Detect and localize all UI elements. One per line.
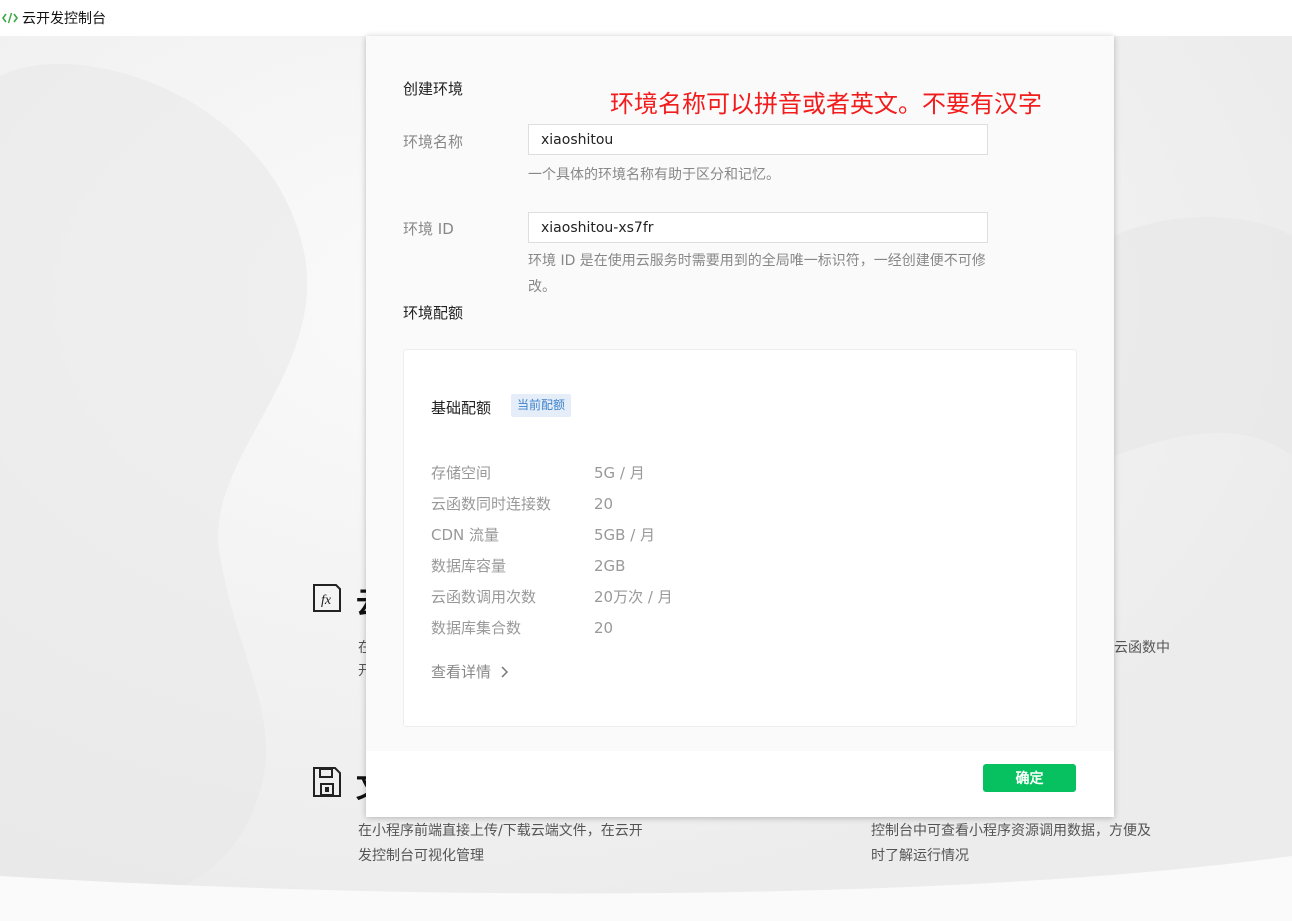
feature-text-2-right-b: 时了解运行情况	[871, 848, 969, 864]
quota-row-label: CDN 流量	[431, 526, 500, 544]
env-id-label: 环境 ID	[403, 220, 454, 238]
quota-row-value: 20	[594, 495, 614, 513]
feature-text-1-right: 云函数中	[1114, 640, 1170, 656]
create-env-title: 创建环境	[403, 80, 464, 98]
quota-row-value: 2GB	[594, 557, 626, 575]
env-id-hint-line2: 改。	[528, 279, 556, 295]
red-annotation: 环境名称可以拼音或者英文。不要有汉字	[610, 90, 1042, 118]
code-icon	[2, 12, 18, 24]
quota-card: 基础配额 当前配额 存储空间 5G / 月 云函数同时连接数 20 CDN 流量…	[403, 349, 1077, 727]
dialog-footer: 确定	[366, 751, 1114, 817]
quota-row-label: 存储空间	[431, 464, 492, 482]
confirm-button[interactable]: 确定	[983, 764, 1076, 792]
quota-row-label: 数据库容量	[431, 557, 507, 575]
quota-row-value: 5GB / 月	[594, 526, 656, 544]
feature-text-2a: 在小程序前端直接上传/下载云端文件，在云开	[358, 823, 643, 839]
quota-row-label: 云函数同时连接数	[431, 495, 552, 513]
app-title: 云开发控制台	[22, 11, 106, 27]
quota-row-value: 5G / 月	[594, 464, 645, 482]
title-bar: 云开发控制台	[0, 0, 1292, 36]
view-details-label: 查看详情	[431, 663, 492, 681]
quota-row-value: 20万次 / 月	[594, 588, 673, 606]
chevron-right-icon	[501, 665, 509, 678]
create-environment-dialog: 创建环境 环境名称可以拼音或者英文。不要有汉字 环境名称 一个具体的环境名称有助…	[366, 36, 1114, 817]
quota-card-title: 基础配额	[431, 399, 492, 417]
env-name-hint: 一个具体的环境名称有助于区分和记忆。	[528, 167, 780, 183]
quota-row-label: 数据库集合数	[431, 619, 522, 637]
quota-title: 环境配额	[403, 304, 464, 322]
quota-row-label: 云函数调用次数	[431, 588, 537, 606]
svg-text:fx: fx	[321, 593, 332, 608]
feature-text-2b: 发控制台可视化管理	[358, 848, 484, 864]
env-id-hint-line1: 环境 ID 是在使用云服务时需要用到的全局唯一标识符，一经创建便不可修	[528, 253, 986, 269]
current-quota-badge: 当前配额	[511, 394, 572, 417]
feature-text-2-right-a: 控制台中可查看小程序资源调用数据，方便及	[871, 823, 1151, 839]
view-details-link[interactable]: 查看详情	[431, 661, 511, 682]
fx-icon: fx	[313, 584, 341, 612]
env-name-label: 环境名称	[403, 133, 464, 151]
save-icon	[313, 767, 341, 797]
env-name-input[interactable]	[528, 124, 988, 155]
env-id-input[interactable]	[528, 212, 988, 243]
quota-row-value: 20	[594, 619, 614, 637]
